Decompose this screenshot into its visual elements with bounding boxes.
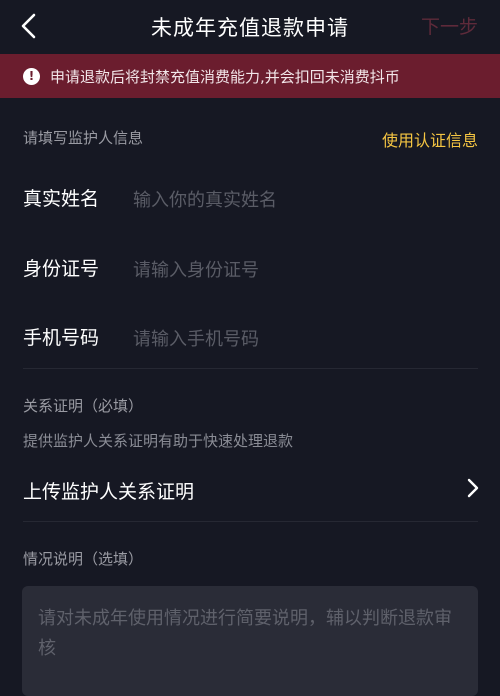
divider (23, 521, 478, 522)
guardian-section-label: 请填写监护人信息 (23, 129, 144, 147)
divider (23, 368, 478, 369)
warning-text: 申请退款后将封禁充值消费能力,并会扣回未消费抖币 (50, 68, 400, 86)
real-name-input[interactable]: 输入你的真实姓名 (133, 186, 277, 212)
id-number-input[interactable]: 请输入身份证号 (133, 256, 259, 282)
situation-description-label: 情况说明（选填） (23, 550, 144, 568)
relationship-proof-label: 关系证明（必填） (23, 397, 144, 415)
situation-description-textarea[interactable]: 请对未成年使用情况进行简要说明，辅以判断退款审核 (22, 586, 478, 696)
textarea-placeholder: 请对未成年使用情况进行简要说明，辅以判断退款审核 (38, 608, 452, 659)
warning-banner: ! 申请退款后将封禁充值消费能力,并会扣回未消费抖币 (0, 54, 500, 98)
real-name-label: 真实姓名 (23, 188, 100, 210)
warning-icon: ! (23, 68, 40, 85)
id-number-label: 身份证号 (23, 258, 100, 280)
use-verified-info-link[interactable]: 使用认证信息 (382, 127, 478, 151)
upload-relationship-proof-button[interactable]: 上传监护人关系证明 (23, 477, 194, 504)
next-step-button[interactable]: 下一步 (421, 12, 478, 39)
relationship-proof-helper: 提供监护人关系证明有助于快速处理退款 (23, 432, 294, 450)
phone-number-label: 手机号码 (23, 327, 100, 349)
phone-number-input[interactable]: 请输入手机号码 (133, 325, 259, 351)
top-nav-bar: 未成年充值退款申请 下一步 (0, 0, 500, 52)
chevron-right-icon[interactable] (466, 476, 480, 500)
